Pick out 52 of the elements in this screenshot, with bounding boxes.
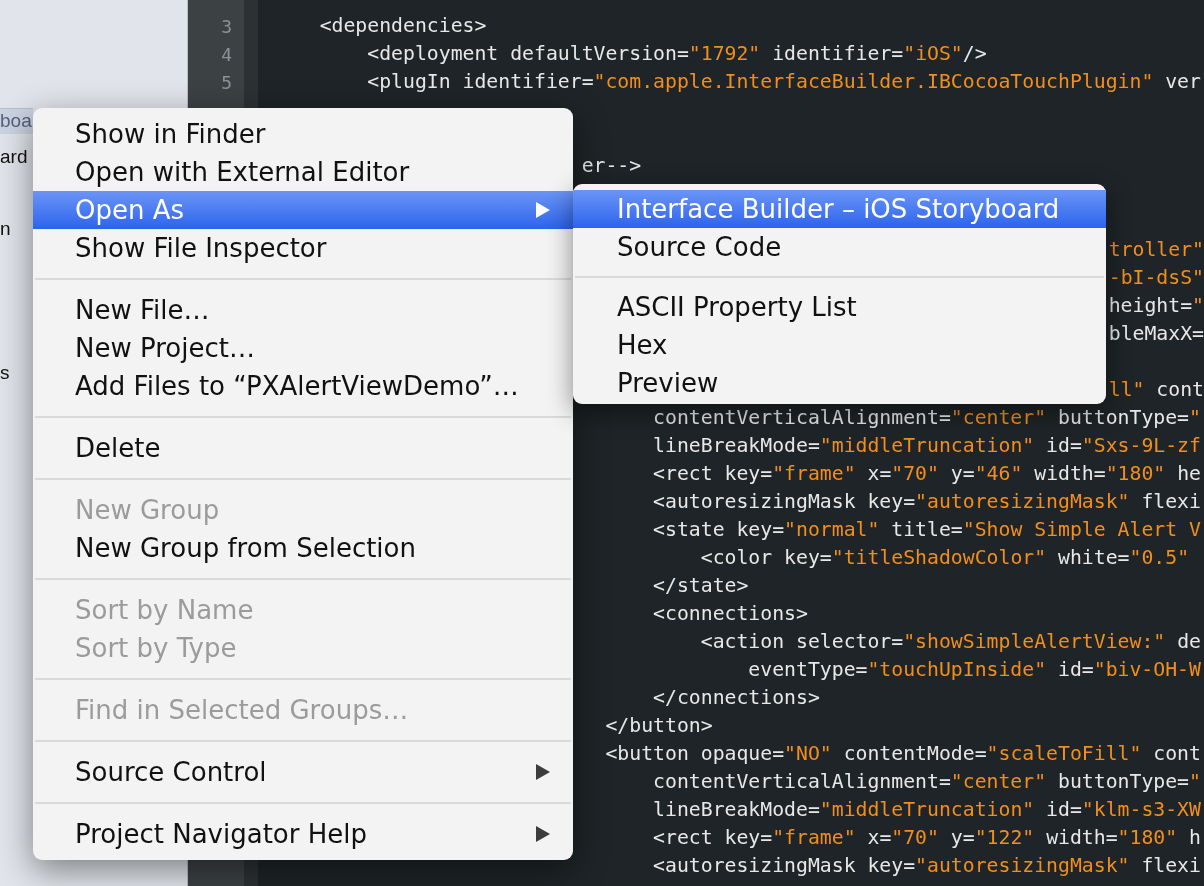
code-line: eventType="touchUpInside" id="biv-OH-W bbox=[748, 657, 1201, 684]
menu-item[interactable]: New Project… bbox=[33, 329, 573, 367]
menu-item[interactable]: Delete bbox=[33, 429, 573, 467]
menu-item[interactable]: Source Code bbox=[573, 228, 1106, 266]
menu-item[interactable]: Open with External Editor bbox=[33, 153, 573, 191]
menu-item[interactable]: Add Files to “PXAlertViewDemo”… bbox=[33, 367, 573, 405]
line-number: 3 bbox=[221, 14, 232, 39]
caret-right-icon bbox=[536, 764, 550, 780]
menu-item[interactable]: Show in Finder bbox=[33, 115, 573, 153]
caret-right-icon bbox=[536, 202, 550, 218]
code-line: <deployment defaultVersion="1792" identifier="iOS"/> bbox=[367, 41, 987, 68]
code-line: <rect key="frame" x="70" y="46" width="180" he bbox=[653, 461, 1201, 488]
code-line: </connections> bbox=[653, 685, 820, 712]
code-line: <connections> bbox=[653, 601, 808, 628]
code-line: <color key="titleShadowColor" white="0.5" bbox=[700, 545, 1190, 572]
code-line: <plugIn identifier="com.apple.InterfaceBuilder.IBCocoaTouchPlugin" ver bbox=[367, 69, 1201, 96]
menu-item[interactable]: Project Navigator Help bbox=[33, 815, 573, 853]
menu-item[interactable]: Open As bbox=[33, 191, 573, 229]
caret-right-icon bbox=[536, 826, 550, 842]
code-line: </button> bbox=[605, 713, 713, 740]
code-line: er--> bbox=[581, 153, 642, 180]
code-line: <dependencies> bbox=[319, 13, 487, 40]
code-line: <rect key="frame" x="70" y="122" width="180" h bbox=[653, 825, 1201, 852]
code-line: <state key="normal" title="Show Simple Alert V bbox=[653, 517, 1201, 544]
code-line: <autoresizingMask key="autoresizingMask" flexi bbox=[653, 489, 1201, 516]
file-list-item[interactable]: boa bbox=[0, 108, 33, 134]
menu-item[interactable]: Show File Inspector bbox=[33, 229, 573, 267]
code-line: ll" cont bbox=[1108, 377, 1204, 404]
menu-item[interactable]: ASCII Property List bbox=[573, 288, 1106, 326]
file-list-item[interactable]: ard bbox=[0, 144, 33, 170]
code-line: bleMaxX= bbox=[1108, 321, 1204, 348]
menu-item[interactable]: Interface Builder – iOS Storyboard bbox=[573, 190, 1106, 228]
code-line: <autoresizingMask key="autoresizingMask" flexi bbox=[653, 853, 1201, 880]
line-number: 5 bbox=[221, 70, 232, 95]
menu-item[interactable]: New File… bbox=[33, 291, 573, 329]
code-line: contentVerticalAlignment="center" buttonType=" bbox=[653, 405, 1201, 432]
file-list-item[interactable]: s bbox=[0, 360, 33, 386]
line-number: 4 bbox=[221, 42, 232, 67]
menu-item[interactable]: Preview bbox=[573, 364, 1106, 402]
menu-item[interactable]: Source Control bbox=[33, 753, 573, 791]
menu-item[interactable]: Hex bbox=[573, 326, 1106, 364]
code-line: height=" bbox=[1108, 293, 1204, 320]
file-list-item[interactable]: n bbox=[0, 216, 33, 242]
code-line: </state> bbox=[653, 573, 749, 600]
code-line: <button opaque="NO" contentMode="scaleToFill" cont bbox=[605, 741, 1201, 768]
code-line: lineBreakMode="middleTruncation" id="Sxs-9L-zf bbox=[653, 433, 1201, 460]
code-line: troller" bbox=[1108, 237, 1204, 264]
code-line: contentVerticalAlignment="center" buttonType=" bbox=[653, 769, 1201, 796]
menu-item[interactable]: New Group from Selection bbox=[33, 529, 573, 567]
code-line: <action selector="showSimpleAlertView:" de bbox=[700, 629, 1201, 656]
code-line: lineBreakMode="middleTruncation" id="klm-s3-XW bbox=[653, 797, 1201, 824]
code-line: -bI-dsS" bbox=[1108, 265, 1204, 292]
